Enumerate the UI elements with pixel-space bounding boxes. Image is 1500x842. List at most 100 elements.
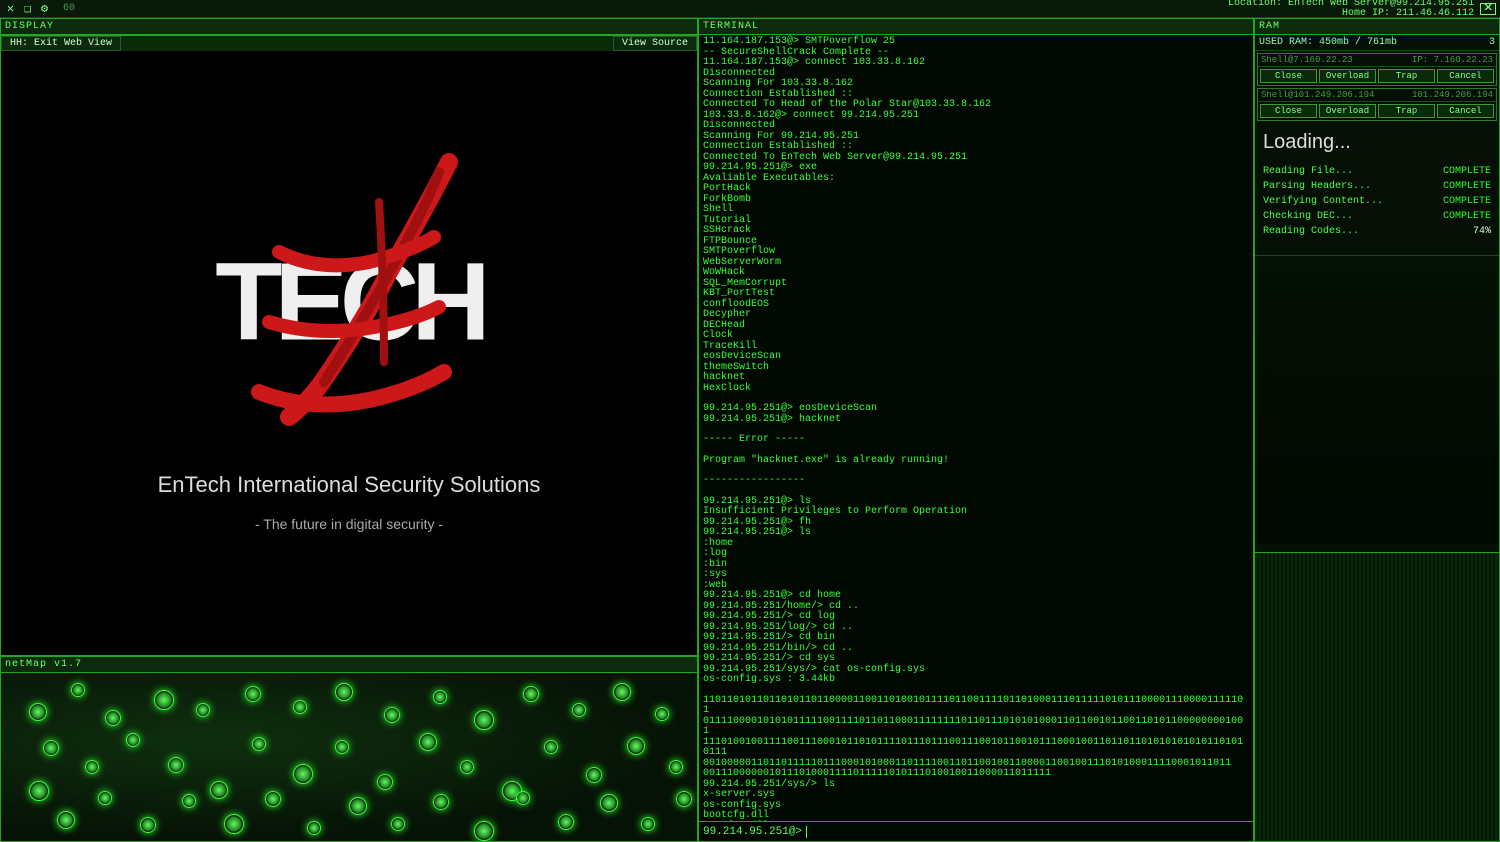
netmap-node[interactable] bbox=[224, 814, 244, 834]
mail-icon[interactable] bbox=[1480, 3, 1496, 15]
netmap-header: netMap v1.7 bbox=[1, 657, 697, 673]
top-bar: ✕ ❏ ⚙ 60 Location: EnTech Web Server@99.… bbox=[0, 0, 1500, 18]
shell-close-button[interactable]: Close bbox=[1260, 104, 1317, 118]
shell-ip: 101.249.206.194 bbox=[1412, 90, 1493, 100]
netmap-node[interactable] bbox=[433, 690, 447, 704]
netmap-node[interactable] bbox=[433, 794, 449, 810]
netmap-node[interactable] bbox=[474, 821, 494, 841]
netmap-node[interactable] bbox=[641, 817, 655, 831]
netmap-node[interactable] bbox=[252, 737, 266, 751]
terminal-line: eosDeviceScan bbox=[703, 352, 1249, 363]
netmap-node[interactable] bbox=[293, 700, 307, 714]
shell-close-button[interactable]: Close bbox=[1260, 69, 1317, 83]
gear-icon[interactable]: ⚙ bbox=[38, 2, 51, 15]
netmap-node[interactable] bbox=[558, 814, 574, 830]
terminal-line: themeSwitch bbox=[703, 363, 1249, 374]
netmap-node[interactable] bbox=[29, 703, 47, 721]
netmap-node[interactable] bbox=[265, 791, 281, 807]
terminal-line: FTPBounce bbox=[703, 237, 1249, 248]
netmap-node[interactable] bbox=[85, 760, 99, 774]
terminal-header: TERMINAL bbox=[699, 19, 1253, 35]
netmap-node[interactable] bbox=[377, 774, 393, 790]
netmap-node[interactable] bbox=[419, 733, 437, 751]
terminal-line: bootcfg.dll bbox=[703, 811, 1249, 821]
terminal-line: KBT_PortTest bbox=[703, 289, 1249, 300]
terminal-line: WebServerWorm bbox=[703, 258, 1249, 269]
netmap-node[interactable] bbox=[600, 794, 618, 812]
netmap-node[interactable] bbox=[140, 817, 156, 833]
terminal-line bbox=[703, 487, 1249, 497]
netmap-node[interactable] bbox=[655, 707, 669, 721]
terminal-line: ----------------- bbox=[703, 476, 1249, 487]
netmap-node[interactable] bbox=[105, 710, 121, 726]
terminal-line: 11.164.187.153@> SMTPoverflow 25 bbox=[703, 37, 1249, 48]
loading-label: Checking DEC... bbox=[1263, 211, 1353, 222]
netmap-panel: netMap v1.7 bbox=[0, 656, 698, 842]
netmap-node[interactable] bbox=[669, 760, 683, 774]
terminal-line: :home bbox=[703, 539, 1249, 550]
netmap-node[interactable] bbox=[245, 686, 261, 702]
netmap-node[interactable] bbox=[523, 686, 539, 702]
loading-label: Reading File... bbox=[1263, 166, 1353, 177]
netmap-node[interactable] bbox=[98, 791, 112, 805]
netmap-node[interactable] bbox=[307, 821, 321, 835]
shell-overload-button[interactable]: Overload bbox=[1319, 69, 1376, 83]
shell-cancel-button[interactable]: Cancel bbox=[1437, 69, 1494, 83]
netmap-node[interactable] bbox=[154, 690, 174, 710]
shell-overload-button[interactable]: Overload bbox=[1319, 104, 1376, 118]
netmap-node[interactable] bbox=[544, 740, 558, 754]
terminal-line: 0111100001010101111100111101101100011111… bbox=[703, 717, 1249, 738]
netmap-node[interactable] bbox=[613, 683, 631, 701]
netmap-node[interactable] bbox=[126, 733, 140, 747]
netmap-node[interactable] bbox=[182, 794, 196, 808]
terminal-input-row[interactable]: 99.214.95.251@> bbox=[699, 821, 1253, 841]
loading-status: COMPLETE bbox=[1443, 181, 1491, 192]
netmap-node[interactable] bbox=[391, 817, 405, 831]
terminal-output: 11.164.187.153@> SMTPoverflow 25-- Secur… bbox=[699, 35, 1253, 821]
terminal-line: PortHack bbox=[703, 184, 1249, 195]
terminal-line: confloodEOS bbox=[703, 300, 1249, 311]
loading-status: COMPLETE bbox=[1443, 196, 1491, 207]
terminal-prompt: 99.214.95.251@> bbox=[703, 826, 802, 838]
netmap-node[interactable] bbox=[572, 703, 586, 717]
netmap-node[interactable] bbox=[335, 740, 349, 754]
shell-trap-button[interactable]: Trap bbox=[1378, 69, 1435, 83]
netmap-node[interactable] bbox=[196, 703, 210, 717]
close-icon[interactable]: ✕ bbox=[4, 2, 17, 15]
netmap-node[interactable] bbox=[43, 740, 59, 756]
terminal-panel: TERMINAL 11.164.187.153@> SMTPoverflow 2… bbox=[698, 18, 1254, 842]
netmap-node[interactable] bbox=[349, 797, 367, 815]
terminal-line: 99.214.95.251@> ls bbox=[703, 528, 1249, 539]
terminal-line: 99.214.95.251/> cd bin bbox=[703, 633, 1249, 644]
netmap-area[interactable] bbox=[1, 673, 697, 841]
netmap-node[interactable] bbox=[57, 811, 75, 829]
netmap-node[interactable] bbox=[474, 710, 494, 730]
netmap-node[interactable] bbox=[168, 757, 184, 773]
terminal-line: ForkBomb bbox=[703, 195, 1249, 206]
shell-cancel-button[interactable]: Cancel bbox=[1437, 104, 1494, 118]
company-tagline: - The future in digital security - bbox=[255, 516, 443, 532]
terminal-line: x-server.sys bbox=[703, 790, 1249, 801]
terminal-line: 99.214.95.251@> exe bbox=[703, 163, 1249, 174]
netmap-node[interactable] bbox=[210, 781, 228, 799]
netmap-node[interactable] bbox=[71, 683, 85, 697]
netmap-node[interactable] bbox=[586, 767, 602, 783]
terminal-line: Avaliable Executables: bbox=[703, 174, 1249, 185]
netmap-node[interactable] bbox=[627, 737, 645, 755]
netmap-node[interactable] bbox=[516, 791, 530, 805]
display-panel: DISPLAY TECH EnTech bbox=[0, 18, 698, 656]
save-icon[interactable]: ❏ bbox=[21, 2, 34, 15]
terminal-line: Tutorial bbox=[703, 216, 1249, 227]
netmap-node[interactable] bbox=[384, 707, 400, 723]
netmap-node[interactable] bbox=[29, 781, 49, 801]
terminal-line: 99.214.95.251/> cd sys bbox=[703, 654, 1249, 665]
netmap-node[interactable] bbox=[460, 760, 474, 774]
terminal-line: ----- Error ----- bbox=[703, 435, 1249, 446]
shell-trap-button[interactable]: Trap bbox=[1378, 104, 1435, 118]
netmap-node[interactable] bbox=[676, 791, 692, 807]
netmap-node[interactable] bbox=[335, 683, 353, 701]
terminal-line: 0011100000010111010001111011111010111010… bbox=[703, 769, 1249, 780]
netmap-node[interactable] bbox=[293, 764, 313, 784]
terminal-line: DECHead bbox=[703, 321, 1249, 332]
loading-block: Loading... Reading File...COMPLETEParsin… bbox=[1259, 127, 1495, 243]
